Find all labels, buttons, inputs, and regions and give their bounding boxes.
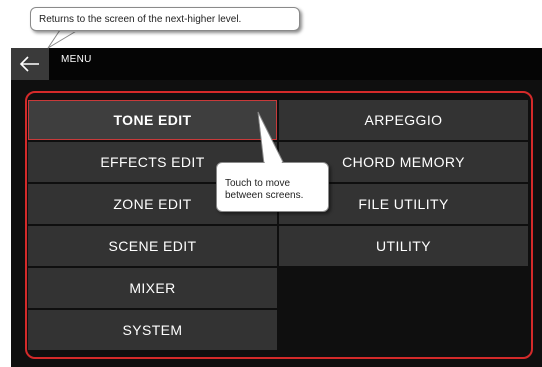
- title-bar: MENU: [11, 48, 542, 80]
- menu-item-system[interactable]: SYSTEM: [28, 310, 277, 350]
- menu-item-arpeggio[interactable]: ARPEGGIO: [279, 100, 528, 140]
- manual-illustration: MENU TONE EDIT ARPEGGIO EFFECTS EDIT CHO…: [0, 0, 542, 367]
- left-arrow-icon: [19, 56, 41, 72]
- menu-item-scene-edit[interactable]: SCENE EDIT: [28, 226, 277, 266]
- move-hint-callout: Touch to move between screens.: [216, 162, 329, 212]
- empty-slot: [279, 268, 528, 308]
- back-button[interactable]: [11, 48, 49, 80]
- screen-title: MENU: [61, 54, 92, 65]
- menu-item-tone-edit[interactable]: TONE EDIT: [28, 100, 277, 140]
- menu-item-utility[interactable]: UTILITY: [279, 226, 528, 266]
- menu-grid: TONE EDIT ARPEGGIO EFFECTS EDIT CHORD ME…: [27, 99, 529, 353]
- back-hint-pointer: [47, 29, 80, 49]
- menu-item-mixer[interactable]: MIXER: [28, 268, 277, 308]
- back-hint-callout: Returns to the screen of the next-higher…: [30, 7, 300, 31]
- empty-slot: [279, 310, 528, 350]
